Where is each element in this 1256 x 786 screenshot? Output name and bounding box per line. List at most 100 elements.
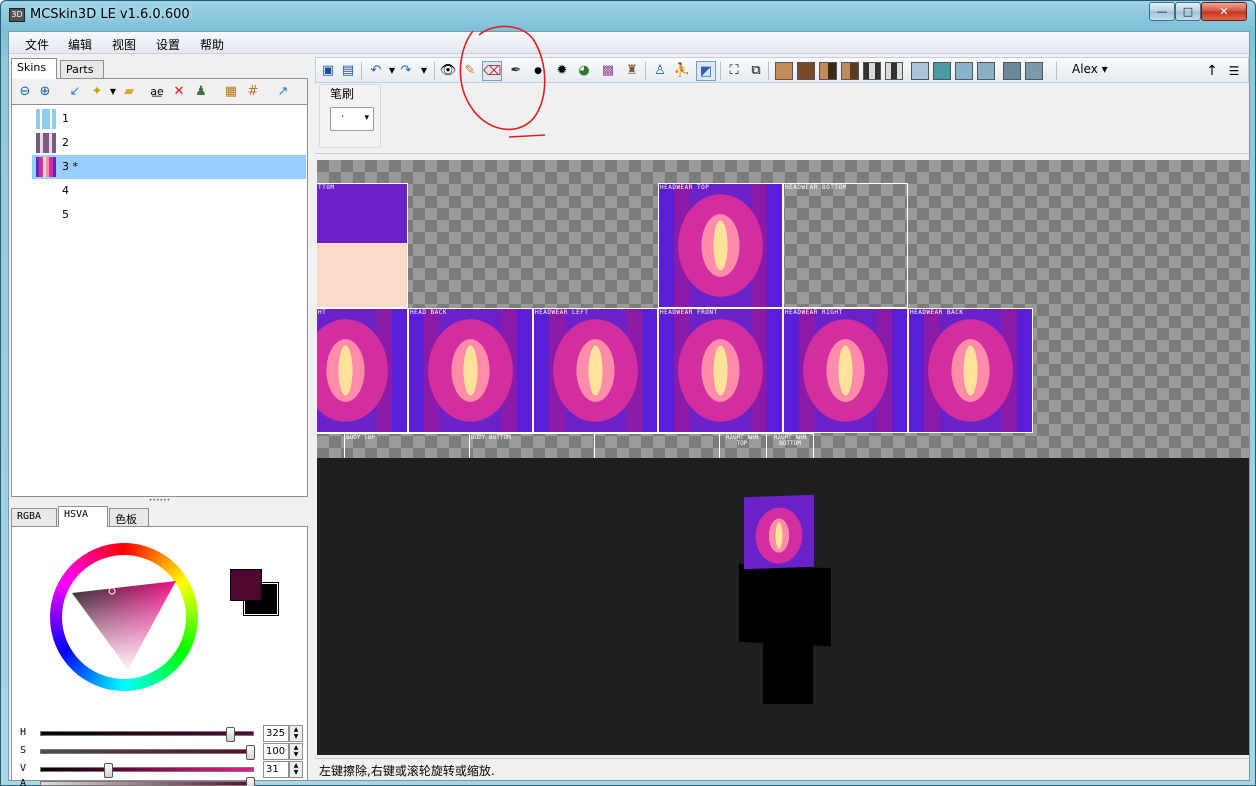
body-part-icon[interactable]	[819, 62, 837, 80]
hue-value-field[interactable]: 325	[263, 725, 289, 742]
spin-buttons[interactable]: ▲ ▼	[289, 725, 303, 742]
left-leg-part-icon[interactable]	[955, 62, 973, 80]
left-arm-part-icon[interactable]	[863, 62, 881, 80]
skin-face: HEAD BACK	[408, 308, 533, 433]
person-icon[interactable]: ♙	[650, 61, 670, 81]
helmet-part-icon[interactable]	[797, 62, 815, 80]
main-toolbar: ▣ ▤ ↶ ▼ ↷ ▼ 👁 ✎ ⌫ ✒ ● ✹ ◕ ▩ ♜ ♙ ⛹ ◩ ⛶ ⧉	[315, 57, 1249, 83]
left-pants-part-icon[interactable]	[1003, 62, 1021, 80]
menu-help[interactable]: 帮助	[200, 36, 224, 53]
jacket-part-icon[interactable]	[841, 62, 859, 80]
model-selector[interactable]: Alex ▾	[1072, 62, 1108, 76]
clone-icon[interactable]: ♟	[192, 83, 210, 101]
divider	[766, 433, 767, 458]
options-icon[interactable]: ☰	[1224, 61, 1244, 81]
menu-file[interactable]: 文件	[25, 36, 49, 53]
window-title: MCSkin3D LE v1.6.0.600	[30, 7, 190, 22]
noise-icon[interactable]: ▩	[598, 61, 618, 81]
title-bar[interactable]: 3D MCSkin3D LE v1.6.0.600 — □ ✕	[1, 1, 1255, 29]
slider-thumb[interactable]	[246, 745, 255, 760]
screenshot-icon[interactable]: ⧉	[746, 61, 766, 81]
right-arm-part-icon[interactable]	[885, 62, 903, 80]
face-label: RIGHT ARM BOTTOM	[773, 434, 807, 447]
slider-thumb[interactable]	[104, 763, 113, 778]
slider-label: V	[20, 763, 27, 774]
left-sleeve-part-icon[interactable]	[911, 62, 929, 80]
rename-icon[interactable]: a͟e	[148, 83, 166, 101]
alpha-grid-icon[interactable]: #	[244, 83, 262, 101]
tab-rgba[interactable]: RGBA	[11, 508, 57, 528]
skin-item[interactable]: 5	[32, 203, 306, 227]
import-icon[interactable]: ↙	[66, 83, 84, 101]
upload-icon[interactable]: ↗	[274, 83, 292, 101]
status-bar: 左键擦除,右键或滚轮旋转或缩放.	[315, 758, 1249, 778]
skin-label: 1	[62, 112, 69, 125]
slider-thumb[interactable]	[246, 777, 255, 786]
panel-splitter[interactable]: ••••••	[11, 498, 308, 504]
menu-edit[interactable]: 编辑	[68, 36, 92, 53]
toolbar-separator	[361, 62, 362, 80]
left-panel: Skins Parts ⊖ ⊕ ↙ ✦ ▼ ▰ a͟e ✕ ♟ ▦ # ↗ 1 …	[9, 56, 310, 786]
arrow-up-icon[interactable]: ↑	[1202, 61, 1222, 81]
value-value-field[interactable]: 31	[263, 761, 289, 778]
tab-palette[interactable]: 色板	[109, 508, 149, 528]
maximize-button[interactable]: □	[1175, 2, 1201, 21]
camera-icon[interactable]: 👁	[438, 61, 458, 81]
skin-item[interactable]: 4	[32, 179, 306, 203]
hue-slider[interactable]	[40, 727, 254, 742]
zoom-out-icon[interactable]: ⊖	[16, 83, 34, 101]
primary-color-swatch[interactable]	[230, 569, 262, 601]
minimize-button[interactable]: —	[1149, 2, 1175, 21]
zoom-in-icon[interactable]: ⊕	[36, 83, 54, 101]
alpha-slider[interactable]	[40, 777, 255, 786]
dropper-icon[interactable]: ✒	[506, 61, 526, 81]
chevron-down-icon[interactable]: ▼	[414, 61, 434, 81]
saturation-value-field[interactable]: 100	[263, 743, 289, 760]
skin-face: HEADWEAR RIGHT	[783, 308, 908, 433]
split-view-icon[interactable]: ◩	[696, 61, 716, 81]
tab-parts[interactable]: Parts	[60, 60, 104, 80]
save-icon[interactable]: ▣	[318, 61, 338, 81]
texture-canvas[interactable]: TTOM HEADWEAR TOP HEADWEAR BOTTOM HT HEA…	[317, 160, 1249, 458]
menu-view[interactable]: 视图	[112, 36, 136, 53]
grid-icon[interactable]: ▦	[222, 83, 240, 101]
spin-buttons[interactable]: ▲ ▼	[289, 761, 303, 778]
delete-icon[interactable]: ✕	[170, 83, 188, 101]
burn-icon[interactable]: ✹	[552, 61, 572, 81]
stamp-icon[interactable]: ♜	[622, 61, 642, 81]
face-label: HT	[318, 309, 327, 316]
right-leg-part-icon[interactable]	[977, 62, 995, 80]
saturation-slider[interactable]	[40, 745, 255, 760]
fit-icon[interactable]: ⛶	[724, 61, 744, 81]
menu-settings[interactable]: 设置	[156, 36, 180, 53]
skin-face: HEADWEAR LEFT	[533, 308, 658, 433]
close-button[interactable]: ✕	[1201, 2, 1247, 21]
model-3d-view[interactable]	[317, 458, 1249, 755]
new-folder-icon[interactable]: ▰	[120, 83, 138, 101]
tab-skins[interactable]: Skins	[11, 58, 57, 79]
fill-icon[interactable]: ◕	[574, 61, 594, 81]
head-part-icon[interactable]	[775, 62, 793, 80]
spin-buttons[interactable]: ▲ ▼	[289, 743, 303, 760]
save-all-icon[interactable]: ▤	[338, 61, 358, 81]
dodge-icon[interactable]: ●	[528, 61, 548, 81]
pencil-icon[interactable]: ✎	[460, 61, 480, 81]
chevron-down-icon: ▾	[1101, 62, 1108, 76]
face-label: TTOM	[318, 184, 335, 191]
skin-face: TTOM	[317, 183, 408, 308]
eraser-icon[interactable]: ⌫	[482, 61, 502, 81]
saturation-value-triangle[interactable]	[68, 571, 178, 671]
right-sleeve-part-icon[interactable]	[933, 62, 951, 80]
value-slider[interactable]	[40, 763, 254, 778]
toolbar-separator	[768, 62, 769, 80]
slider-thumb[interactable]	[226, 727, 235, 742]
brush-size-select[interactable]: · ▾	[330, 107, 374, 131]
redo-icon[interactable]: ↷	[396, 61, 416, 81]
skin-item[interactable]: 1	[32, 107, 306, 131]
skins-list: 1 2 3 * 4 5	[11, 104, 308, 497]
right-pants-part-icon[interactable]	[1025, 62, 1043, 80]
skin-item[interactable]: 2	[32, 131, 306, 155]
skin-item-selected[interactable]: 3 *	[32, 155, 306, 179]
tab-hsva[interactable]: HSVA	[58, 506, 108, 527]
person-lying-icon[interactable]: ⛹	[672, 61, 692, 81]
